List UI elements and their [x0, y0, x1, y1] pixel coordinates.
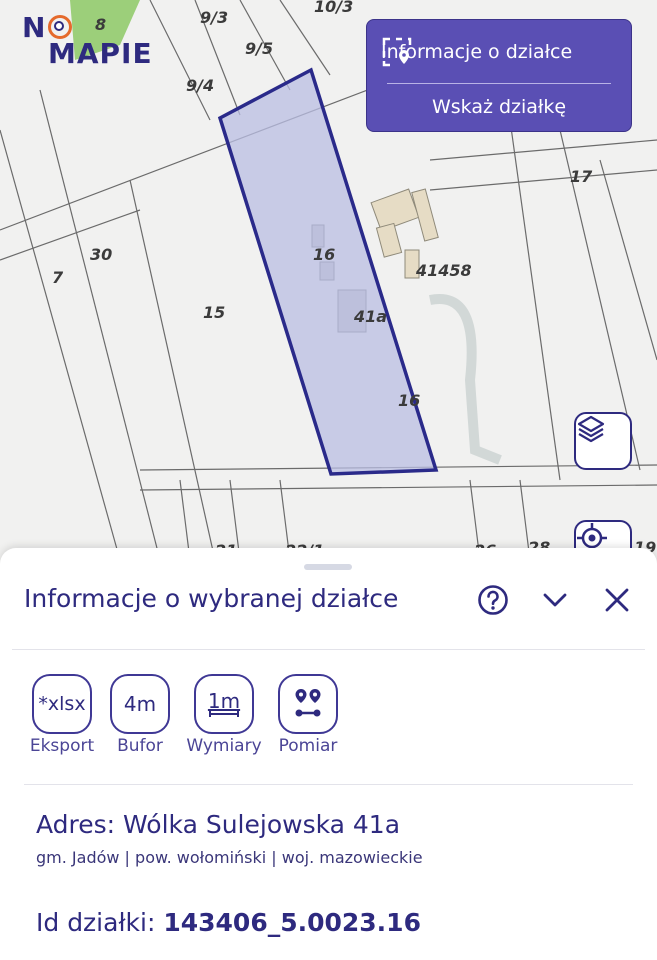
parcel-id-value: 143406_5.0023.16	[163, 908, 421, 937]
parcel-id-row: Id działki: 143406_5.0023.16	[36, 908, 421, 937]
map-label: 15	[203, 303, 225, 322]
export-xlsx-icon: *xlsx	[32, 674, 92, 734]
parcel-info-header[interactable]: Informacje o działce	[381, 36, 572, 68]
card-divider	[387, 83, 611, 84]
map-label: 16	[398, 391, 420, 410]
help-button[interactable]	[475, 582, 511, 618]
dimensions-ruler-icon: 1m	[194, 674, 254, 734]
map-label: 41a	[353, 307, 387, 326]
buffer-label: Bufor	[117, 736, 163, 756]
collapse-button[interactable]	[537, 582, 573, 618]
export-tool[interactable]: *xlsx Eksport	[24, 674, 100, 756]
map-view[interactable]: 8 9/3 10/3 9/5 9/4 17 30 16 41458 7 15 4…	[0, 0, 657, 600]
tools-row: *xlsx Eksport 4m Bufor 1m Wymiary Pomiar	[24, 674, 348, 756]
panel-title: Informacje o wybranej działce	[24, 584, 399, 613]
map-label: 17	[570, 167, 593, 186]
buffer-tool[interactable]: 4m Bufor	[102, 674, 178, 756]
parcel-address: Adres: Wólka Sulejowska 41a	[36, 810, 401, 839]
measure-icon-box	[278, 674, 338, 734]
measure-label: Pomiar	[278, 736, 338, 756]
road	[429, 294, 502, 465]
parcel-details-panel: Informacje o wybranej działce *xlsx Eksp…	[0, 548, 657, 960]
buffer-icon-text: 4m	[123, 692, 157, 716]
select-area-pin-icon	[382, 37, 412, 67]
export-icon-text: *xlsx	[38, 693, 86, 715]
drag-handle[interactable]	[304, 564, 352, 570]
divider	[24, 784, 633, 785]
parcel-info-card[interactable]: Informacje o działce Wskaż działkę	[366, 19, 632, 132]
map-label: 7	[52, 268, 64, 287]
help-icon	[478, 585, 508, 615]
dimensions-tool[interactable]: 1m Wymiary	[180, 674, 268, 756]
close-icon	[605, 588, 629, 612]
dimensions-icon-text: 1m	[207, 689, 241, 713]
chevron-down-icon	[543, 593, 567, 607]
dimensions-label: Wymiary	[186, 736, 262, 756]
measure-tool[interactable]: Pomiar	[270, 674, 346, 756]
select-parcel-button[interactable]: Wskaż działkę	[367, 96, 631, 118]
layers-icon	[577, 415, 605, 443]
parcel-admin-units: gm. Jadów | pow. wołomiński | woj. mazow…	[36, 848, 423, 867]
map-label: 9/4	[186, 76, 214, 95]
close-button[interactable]	[599, 582, 635, 618]
map-label: 10/3	[314, 0, 353, 16]
measure-pins-icon	[295, 689, 321, 717]
map-label: 30	[90, 245, 112, 264]
layers-button[interactable]	[574, 412, 632, 470]
buffer-icon: 4m	[110, 674, 170, 734]
parcel-id-label: Id działki:	[36, 908, 164, 937]
logo-pin-icon	[48, 15, 73, 39]
divider	[12, 649, 645, 650]
map-label: 41458	[415, 261, 472, 280]
map-label: 16	[313, 245, 335, 264]
ruler-icon	[209, 711, 239, 717]
map-label: 9/3	[200, 8, 228, 27]
logo-text-top: N	[22, 11, 47, 44]
map-label: 9/5	[245, 39, 273, 58]
app-logo: N MAPIE	[22, 14, 153, 68]
panel-actions	[475, 582, 635, 618]
logo-text-bottom: MAPIE	[48, 37, 153, 70]
export-label: Eksport	[29, 736, 95, 756]
